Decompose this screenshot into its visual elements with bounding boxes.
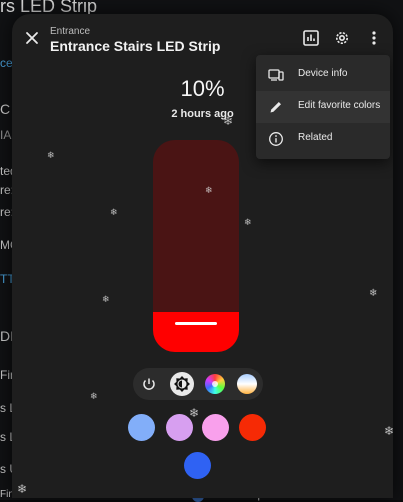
background-fragment: C xyxy=(0,101,11,117)
area-name: Entrance xyxy=(50,26,91,37)
close-button[interactable] xyxy=(22,28,42,48)
background-fragment: ce xyxy=(0,56,13,70)
info-circle-icon xyxy=(269,132,283,146)
dialog-title: Entrance Stairs LED Strip xyxy=(50,38,221,54)
snowflake-icon: ❄ xyxy=(205,185,213,195)
favorite-color-5[interactable] xyxy=(184,452,211,479)
favorite-color-4[interactable] xyxy=(239,414,266,441)
power-icon xyxy=(143,378,155,390)
brightness-mode-button[interactable] xyxy=(170,372,194,396)
snowflake-icon: ❄ xyxy=(110,207,118,217)
chart-box-icon xyxy=(303,30,319,46)
snowflake-icon: ❄ xyxy=(244,217,252,227)
snowflake-icon: ❄ xyxy=(189,406,200,420)
control-mode-bar xyxy=(133,368,263,400)
snowflake-icon: ❄ xyxy=(102,294,110,304)
color-temperature-mode-button[interactable] xyxy=(235,372,259,396)
brightness-slider-handle[interactable] xyxy=(175,322,217,325)
favorite-color-1[interactable] xyxy=(128,414,155,441)
menu-item-label: Related xyxy=(298,132,333,143)
device-info-icon xyxy=(268,69,284,81)
snowflake-icon: ❄ xyxy=(17,482,28,496)
menu-item-device-info[interactable]: Device info xyxy=(256,59,390,91)
dots-vertical-icon xyxy=(372,31,376,45)
snowflake-icon: ❄ xyxy=(384,424,393,438)
pencil-icon xyxy=(270,102,281,113)
close-icon xyxy=(26,32,38,44)
menu-item-label: Device info xyxy=(298,68,348,79)
menu-item-label: Edit favorite colors xyxy=(298,100,381,111)
history-button[interactable] xyxy=(302,29,320,47)
color-wheel-center xyxy=(212,381,218,387)
gear-icon xyxy=(336,32,348,44)
brightness-slider[interactable] xyxy=(153,140,239,352)
snowflake-icon: ❄ xyxy=(90,391,98,401)
brightness-slider-fill xyxy=(153,312,239,352)
color-temperature-icon xyxy=(237,374,257,394)
power-toggle-button[interactable] xyxy=(137,372,161,396)
more-info-dialog: Entrance Entrance Stairs LED Strip 10% 2… xyxy=(12,14,393,498)
overflow-menu: Device info Edit favorite colors Related xyxy=(256,55,390,159)
more-options-button[interactable] xyxy=(365,29,383,47)
snowflake-icon: ❄ xyxy=(223,114,234,128)
snowflake-icon: ❄ xyxy=(47,150,55,160)
settings-button[interactable] xyxy=(333,29,351,47)
color-wheel-mode-button[interactable] xyxy=(203,372,227,396)
favorite-color-3[interactable] xyxy=(202,414,229,441)
brightness-icon xyxy=(174,376,190,392)
snowflake-icon: ❄ xyxy=(369,288,378,299)
menu-item-related[interactable]: Related xyxy=(256,123,390,155)
menu-item-edit-favorite-colors[interactable]: Edit favorite colors xyxy=(256,91,390,123)
